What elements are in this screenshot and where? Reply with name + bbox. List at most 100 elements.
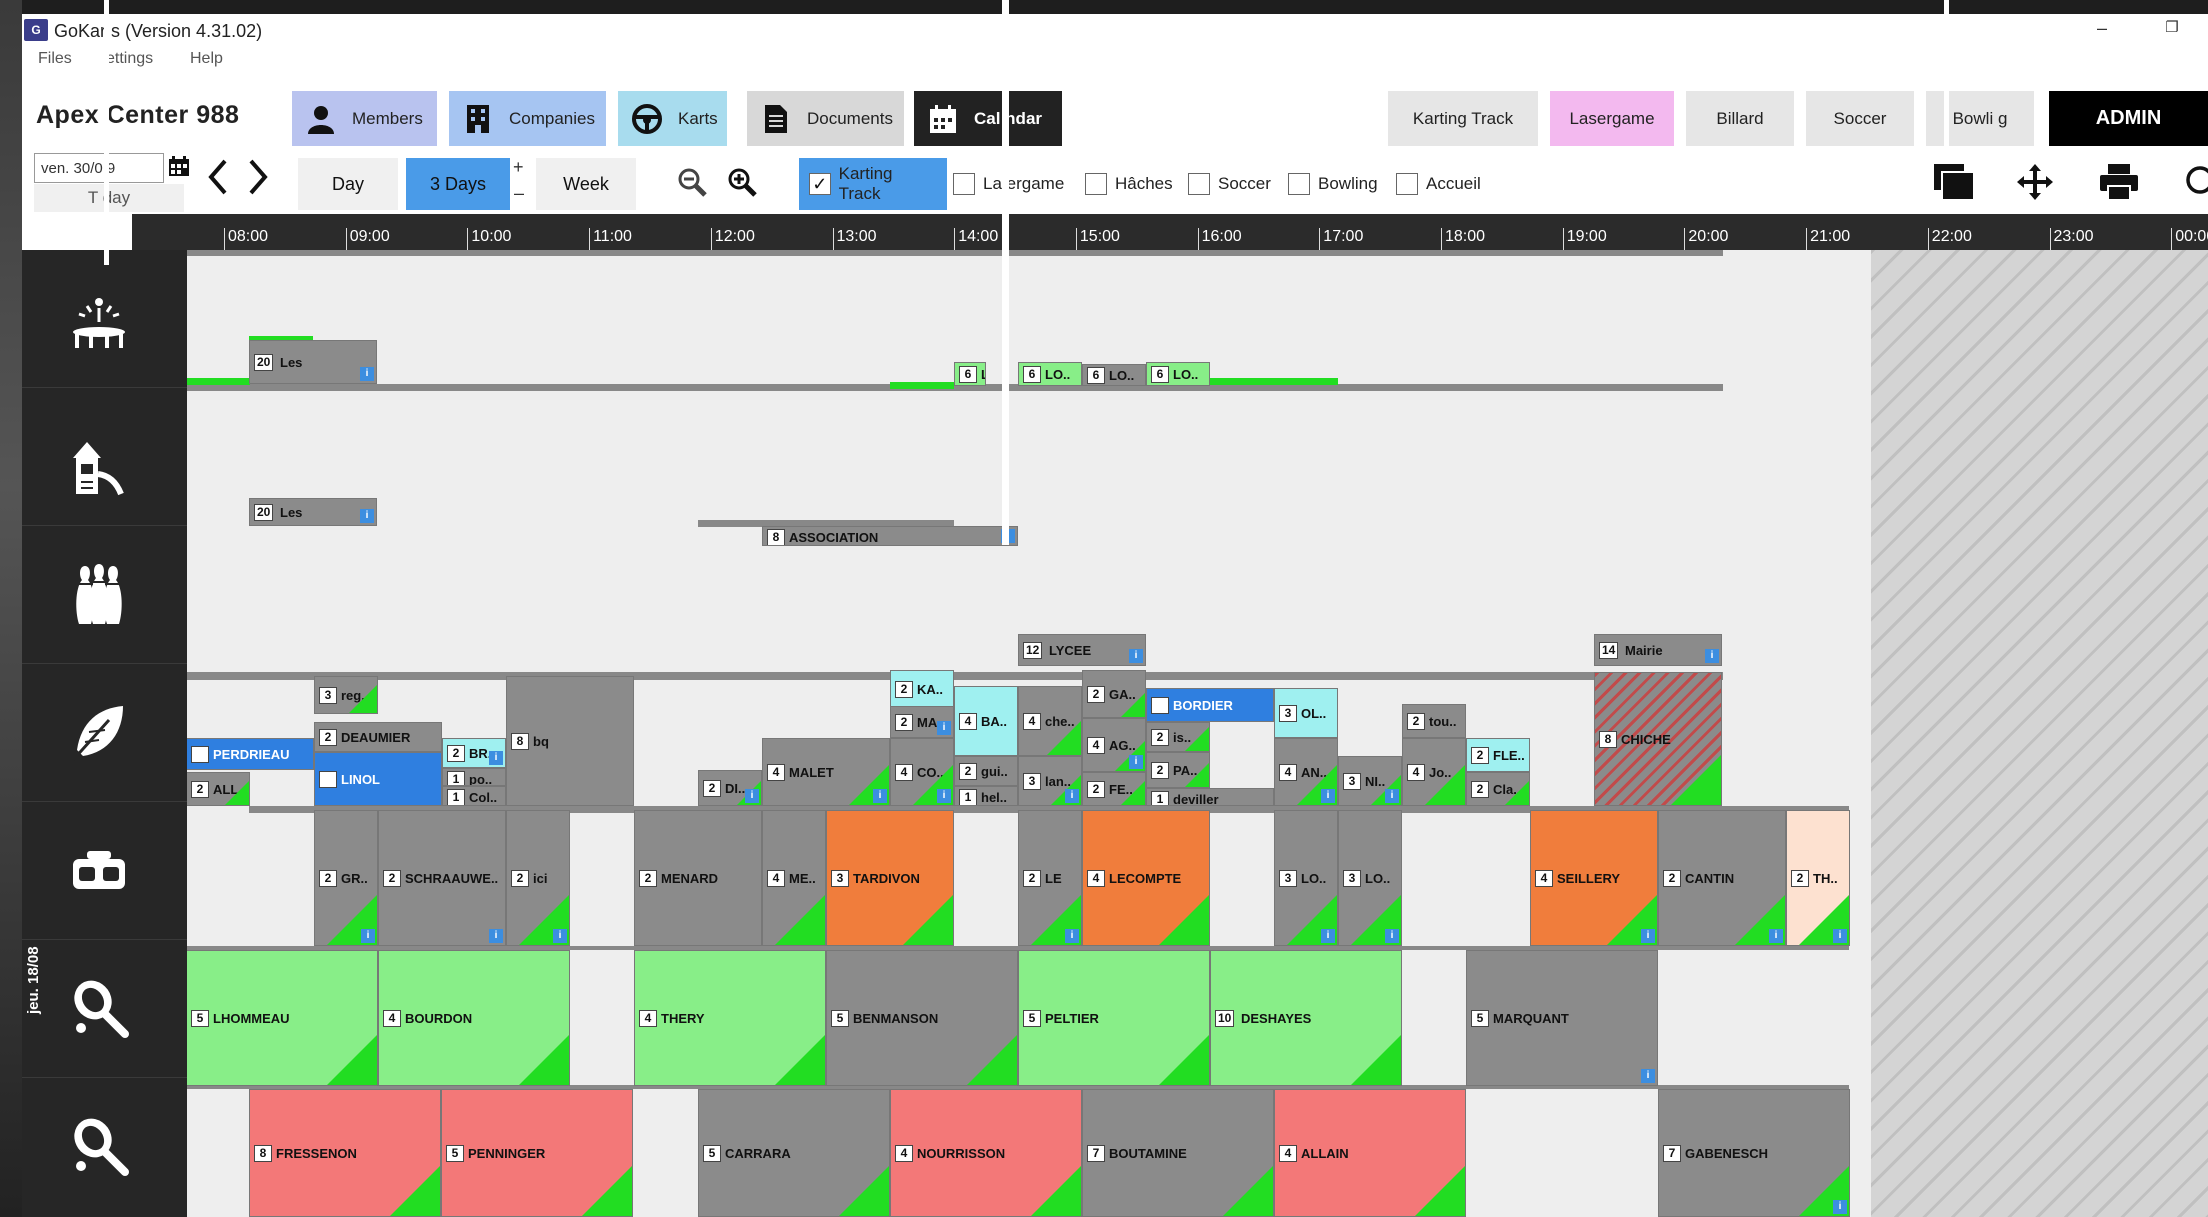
filter-soccer[interactable]: Soccer [1188, 158, 1271, 210]
menu-settings[interactable]: ettings [106, 50, 153, 68]
booking-block[interactable]: 4 LECOMPTE [1082, 810, 1210, 946]
info-icon[interactable]: i [1641, 929, 1655, 943]
sidebar-row-playground[interactable] [22, 388, 187, 526]
days-plus-button[interactable]: + [513, 157, 524, 178]
booking-block[interactable]: 4 che.. [1018, 686, 1082, 756]
booking-block[interactable]: 2 is.. [1146, 722, 1210, 752]
booking-block[interactable]: 2 tou.. [1402, 704, 1466, 738]
view-3days-button[interactable]: 3 Days [406, 158, 510, 210]
zoom-in-icon[interactable] [727, 167, 757, 204]
booking-block[interactable]: 2 gui.. [954, 756, 1018, 786]
menu-help[interactable]: Help [190, 50, 223, 68]
booking-block[interactable]: 7 BOUTAMINE [1082, 1089, 1274, 1217]
booking-block[interactable]: 4 NOURRISSON [890, 1089, 1082, 1217]
filter-karting-track[interactable]: ✓ Karting Track [799, 158, 947, 210]
info-icon[interactable]: i [360, 367, 374, 381]
sidebar-row-trampoline[interactable] [22, 250, 187, 388]
booking-block[interactable]: 3 LO.. i [1338, 810, 1402, 946]
menu-files[interactable]: Files [38, 50, 72, 68]
nav-karts-button[interactable]: Karts [618, 91, 727, 146]
info-icon[interactable]: i [1065, 789, 1079, 803]
booking-block[interactable]: 8 CHICHE [1594, 672, 1722, 806]
move-icon[interactable] [2015, 162, 2055, 212]
info-icon[interactable]: i [1641, 1069, 1655, 1083]
previous-icon[interactable] [205, 157, 229, 204]
booking-block[interactable]: 3 reg.. [314, 676, 378, 714]
sidebar-row-laser[interactable] [22, 664, 187, 802]
booking-block[interactable]: 12 LYCEE i [1018, 634, 1146, 666]
info-icon[interactable]: i [1385, 929, 1399, 943]
sidebar-row-ping-pong-2[interactable] [22, 1078, 187, 1217]
booking-block[interactable]: 6 LO.. [1018, 362, 1082, 386]
sidebar-row-vr[interactable] [22, 802, 187, 940]
booking-block[interactable]: 2 MA.. i [890, 706, 954, 738]
booking-block[interactable]: 10 DESHAYES [1210, 950, 1402, 1086]
nav-documents-button[interactable]: Documents [747, 91, 904, 146]
date-input[interactable] [34, 153, 164, 183]
booking-block[interactable]: 2 CANTIN i [1658, 810, 1786, 946]
info-icon[interactable]: i [873, 789, 887, 803]
booking-block[interactable]: 4 MALET i [762, 738, 890, 806]
booking-block[interactable]: 5 PENNINGER [441, 1089, 633, 1217]
sidebar-row-bowling[interactable] [22, 526, 187, 664]
info-icon[interactable]: i [937, 789, 951, 803]
booking-block[interactable]: 5 CARRARA [698, 1089, 890, 1217]
booking-block[interactable]: 20 Les i [249, 498, 377, 526]
info-icon[interactable]: i [1385, 789, 1399, 803]
booking-block[interactable]: 2 FLE.. [1466, 738, 1530, 772]
booking-block[interactable]: 2 FE.. [1082, 772, 1146, 806]
booking-block[interactable]: 20 Les i [249, 340, 377, 384]
info-icon[interactable]: i [360, 509, 374, 523]
resource-karting-track-button[interactable]: Karting Track [1388, 91, 1538, 146]
booking-block[interactable]: 5 MARQUANT i [1466, 950, 1658, 1086]
booking-block[interactable]: 4 ALLAIN [1274, 1089, 1466, 1217]
booking-block[interactable]: 3 lan.. i [1018, 756, 1082, 806]
search-icon[interactable] [2184, 162, 2208, 212]
admin-button[interactable]: ADMIN [2049, 91, 2208, 146]
info-icon[interactable]: i [489, 929, 503, 943]
booking-block[interactable]: 2 PA.. [1146, 752, 1210, 788]
booking-block[interactable]: 3 LINOL [314, 752, 442, 806]
info-icon[interactable]: i [1705, 649, 1719, 663]
copy-icon[interactable] [1932, 162, 1976, 212]
zoom-out-icon[interactable] [677, 167, 707, 204]
booking-block[interactable]: 2 DEAUMIER [314, 722, 442, 752]
booking-block[interactable]: 3 NI.. i [1338, 756, 1402, 806]
resource-soccer-button[interactable]: Soccer [1806, 91, 1914, 146]
booking-block[interactable]: 14 Mairie i [1594, 634, 1722, 666]
booking-block[interactable]: 4 AN.. i [1274, 738, 1338, 806]
view-day-button[interactable]: Day [298, 158, 398, 210]
booking-block[interactable]: 2 MENARD [634, 810, 762, 946]
filter-accueil[interactable]: Accueil [1396, 158, 1481, 210]
info-icon[interactable]: i [553, 929, 567, 943]
booking-block[interactable]: 2 BORDIER [1146, 688, 1274, 722]
booking-block[interactable]: 5 BENMANSON [826, 950, 1018, 1086]
info-icon[interactable]: i [937, 721, 951, 735]
booking-block[interactable]: 3 LO.. i [1274, 810, 1338, 946]
today-button[interactable]: T day [34, 184, 184, 212]
nav-members-button[interactable]: Members [292, 91, 437, 146]
booking-block[interactable]: 7 GABENESCH i [1658, 1089, 1850, 1217]
booking-block[interactable]: 6 LO. [954, 362, 986, 386]
booking-block[interactable]: 2 LE i [1018, 810, 1082, 946]
booking-block[interactable]: 1 deviller [1146, 788, 1274, 806]
booking-block[interactable]: 8 FRESSENON [249, 1089, 441, 1217]
info-icon[interactable]: i [1129, 755, 1143, 769]
booking-block[interactable]: 5 PELTIER [1018, 950, 1210, 1086]
booking-block[interactable]: 2 BR.. i [442, 738, 506, 768]
info-icon[interactable]: i [1321, 929, 1335, 943]
booking-block[interactable]: 6 LO.. [1082, 364, 1146, 386]
minimize-button[interactable]: – [2082, 18, 2122, 42]
booking-block[interactable]: 1 po.. [442, 768, 506, 786]
booking-block[interactable]: 5 LHOMMEAU [187, 950, 378, 1086]
booking-block[interactable]: 6 LO.. [1146, 362, 1210, 386]
booking-block[interactable]: 1 hel.. [954, 786, 1018, 806]
filter-haches[interactable]: Hâches [1085, 158, 1173, 210]
resource-bowling-button[interactable]: Bowli g [1926, 91, 2034, 146]
booking-block[interactable]: 4 BOURDON [378, 950, 570, 1086]
booking-block[interactable]: 4 BA.. [954, 686, 1018, 756]
booking-block[interactable]: 2 SCHRAAUWE.. i [378, 810, 506, 946]
booking-block[interactable]: 2 ALL [187, 772, 250, 806]
calendar-picker-icon[interactable] [168, 155, 190, 183]
booking-block[interactable]: 2 PERDRIEAU [187, 738, 314, 770]
